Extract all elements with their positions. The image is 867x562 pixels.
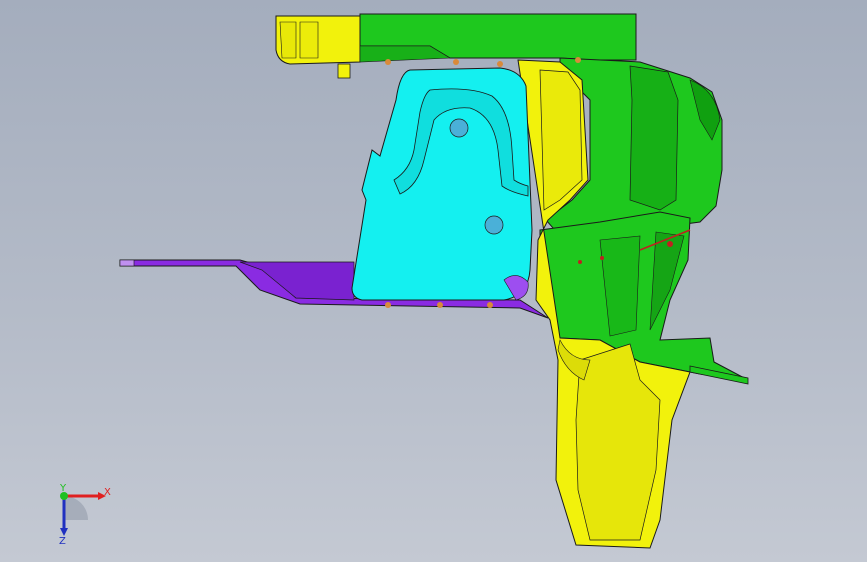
orientation-triad[interactable]: X Y Z xyxy=(48,482,118,547)
cyan-plate xyxy=(351,67,533,301)
y-axis-label: Y xyxy=(59,483,67,494)
top-flange xyxy=(275,15,361,79)
cad-part-model[interactable] xyxy=(0,0,867,562)
z-axis-arrowhead xyxy=(60,528,68,536)
cad-3d-viewport[interactable]: X Y Z xyxy=(0,0,867,562)
z-axis-label: Z xyxy=(59,536,66,544)
x-axis-label: X xyxy=(104,487,111,498)
triad-plane-shading xyxy=(64,496,88,520)
